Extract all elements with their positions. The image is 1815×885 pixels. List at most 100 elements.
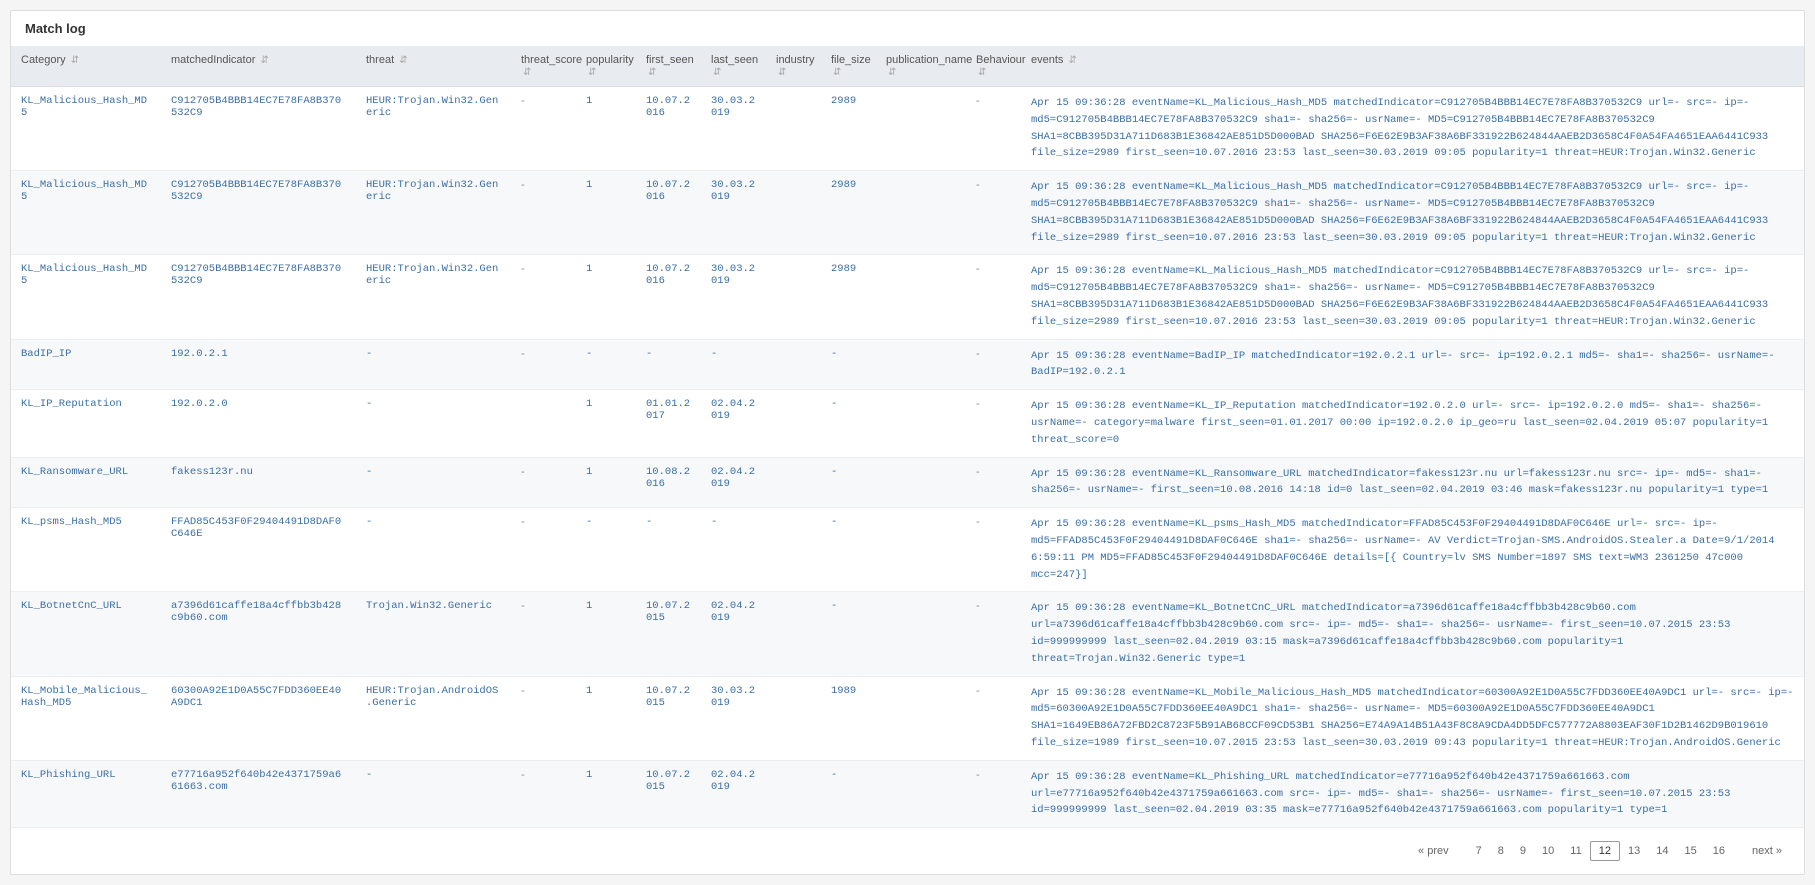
cell-first_seen: -: [636, 339, 701, 390]
cell-last_seen: 02.04.2019: [701, 592, 766, 676]
cell-matchedIndicator[interactable]: 192.0.2.1: [161, 339, 356, 390]
column-header-file_size[interactable]: file_size ⇵: [821, 46, 876, 87]
cell-last_seen: 30.03.2019: [701, 87, 766, 171]
cell-industry: [766, 592, 821, 676]
cell-behaviour: -: [966, 457, 1021, 508]
column-header-last_seen[interactable]: last_seen ⇵: [701, 46, 766, 87]
cell-threat[interactable]: -: [356, 339, 511, 390]
cell-events[interactable]: Apr 15 09:36:28 eventName=KL_Ransomware_…: [1021, 457, 1804, 508]
column-header-behaviour[interactable]: Behaviour ⇵: [966, 46, 1021, 87]
cell-category[interactable]: KL_Malicious_Hash_MD5: [11, 171, 161, 255]
cell-category[interactable]: KL_Malicious_Hash_MD5: [11, 255, 161, 339]
cell-events[interactable]: Apr 15 09:36:28 eventName=KL_IP_Reputati…: [1021, 390, 1804, 457]
cell-events[interactable]: Apr 15 09:36:28 eventName=KL_Phishing_UR…: [1021, 760, 1804, 827]
cell-matchedIndicator[interactable]: C912705B4BBB14EC7E78FA8B370532C9: [161, 87, 356, 171]
sort-icon: ⇵: [588, 67, 596, 78]
column-header-threat_score[interactable]: threat_score ⇵: [511, 46, 576, 87]
table-row: BadIP_IP192.0.2.1-------Apr 15 09:36:28 …: [11, 339, 1804, 390]
cell-matchedIndicator[interactable]: fakess123r.nu: [161, 457, 356, 508]
table-row: KL_Malicious_Hash_MD5C912705B4BBB14EC7E7…: [11, 171, 1804, 255]
cell-threat[interactable]: -: [356, 457, 511, 508]
cell-events[interactable]: Apr 15 09:36:28 eventName=KL_Malicious_H…: [1021, 255, 1804, 339]
page-next[interactable]: next »: [1744, 842, 1790, 860]
page-number[interactable]: 9: [1512, 842, 1534, 860]
cell-behaviour: -: [966, 171, 1021, 255]
cell-matchedIndicator[interactable]: 60300A92E1D0A55C7FDD360EE40A9DC1: [161, 676, 356, 760]
column-header-popularity[interactable]: popularity ⇵: [576, 46, 636, 87]
page-number[interactable]: 12: [1590, 841, 1620, 861]
cell-matchedIndicator[interactable]: FFAD85C453F0F29404491D8DAF0C646E: [161, 508, 356, 592]
cell-publication_name: [876, 87, 966, 171]
page-number[interactable]: 8: [1490, 842, 1512, 860]
cell-threat_score: -: [511, 171, 576, 255]
cell-events[interactable]: Apr 15 09:36:28 eventName=KL_BotnetCnC_U…: [1021, 592, 1804, 676]
cell-matchedIndicator[interactable]: a7396d61caffe18a4cffbb3b428c9b60.com: [161, 592, 356, 676]
cell-behaviour: -: [966, 87, 1021, 171]
cell-publication_name: [876, 676, 966, 760]
cell-popularity: 1: [576, 255, 636, 339]
cell-category[interactable]: KL_Malicious_Hash_MD5: [11, 87, 161, 171]
cell-matchedIndicator[interactable]: C912705B4BBB14EC7E78FA8B370532C9: [161, 171, 356, 255]
page-number[interactable]: 10: [1534, 842, 1562, 860]
page-number[interactable]: 16: [1705, 842, 1733, 860]
cell-publication_name: [876, 592, 966, 676]
cell-threat_score: [511, 390, 576, 457]
column-header-publication_name[interactable]: publication_name ⇵: [876, 46, 966, 87]
cell-last_seen: 30.03.2019: [701, 171, 766, 255]
column-header-threat[interactable]: threat ⇵: [356, 46, 511, 87]
column-header-industry[interactable]: industry ⇵: [766, 46, 821, 87]
page-number[interactable]: 7: [1468, 842, 1490, 860]
sort-icon: ⇵: [833, 67, 841, 78]
cell-threat[interactable]: -: [356, 390, 511, 457]
column-label: first_seen: [646, 54, 694, 66]
table-row: KL_IP_Reputation192.0.2.0-101.01.201702.…: [11, 390, 1804, 457]
page-number[interactable]: 13: [1620, 842, 1648, 860]
cell-category[interactable]: KL_Ransomware_URL: [11, 457, 161, 508]
cell-industry: [766, 676, 821, 760]
match-log-table: Category ⇵matchedIndicator ⇵threat ⇵thre…: [11, 46, 1804, 828]
cell-events[interactable]: Apr 15 09:36:28 eventName=BadIP_IP match…: [1021, 339, 1804, 390]
cell-popularity: 1: [576, 592, 636, 676]
column-header-events[interactable]: events ⇵: [1021, 46, 1804, 87]
cell-category[interactable]: KL_Phishing_URL: [11, 760, 161, 827]
match-log-panel: Match log Category ⇵matchedIndicator ⇵th…: [10, 10, 1805, 875]
column-label: Behaviour: [976, 54, 1026, 66]
page-number[interactable]: 14: [1648, 842, 1676, 860]
cell-threat_score: -: [511, 508, 576, 592]
cell-category[interactable]: KL_Mobile_Malicious_Hash_MD5: [11, 676, 161, 760]
column-header-category[interactable]: Category ⇵: [11, 46, 161, 87]
cell-threat[interactable]: HEUR:Trojan.Win32.Generic: [356, 255, 511, 339]
cell-popularity: -: [576, 339, 636, 390]
cell-events[interactable]: Apr 15 09:36:28 eventName=KL_Malicious_H…: [1021, 171, 1804, 255]
cell-file_size: 2989: [821, 255, 876, 339]
cell-category[interactable]: KL_psms_Hash_MD5: [11, 508, 161, 592]
column-label: popularity: [586, 54, 634, 66]
cell-behaviour: -: [966, 508, 1021, 592]
page-number[interactable]: 11: [1562, 842, 1589, 860]
cell-threat[interactable]: Trojan.Win32.Generic: [356, 592, 511, 676]
cell-events[interactable]: Apr 15 09:36:28 eventName=KL_Malicious_H…: [1021, 87, 1804, 171]
column-header-matchedIndicator[interactable]: matchedIndicator ⇵: [161, 46, 356, 87]
cell-matchedIndicator[interactable]: C912705B4BBB14EC7E78FA8B370532C9: [161, 255, 356, 339]
cell-threat[interactable]: HEUR:Trojan.Win32.Generic: [356, 87, 511, 171]
cell-category[interactable]: KL_BotnetCnC_URL: [11, 592, 161, 676]
cell-threat[interactable]: HEUR:Trojan.AndroidOS.Generic: [356, 676, 511, 760]
cell-behaviour: -: [966, 760, 1021, 827]
column-label: matchedIndicator: [171, 54, 255, 66]
cell-threat[interactable]: -: [356, 508, 511, 592]
page-number[interactable]: 15: [1676, 842, 1704, 860]
cell-matchedIndicator[interactable]: e77716a952f640b42e4371759a661663.com: [161, 760, 356, 827]
cell-threat_score: -: [511, 255, 576, 339]
cell-category[interactable]: KL_IP_Reputation: [11, 390, 161, 457]
cell-matchedIndicator[interactable]: 192.0.2.0: [161, 390, 356, 457]
page-prev[interactable]: « prev: [1410, 842, 1457, 860]
cell-category[interactable]: BadIP_IP: [11, 339, 161, 390]
cell-file_size: 2989: [821, 171, 876, 255]
cell-threat[interactable]: HEUR:Trojan.Win32.Generic: [356, 171, 511, 255]
cell-events[interactable]: Apr 15 09:36:28 eventName=KL_Mobile_Mali…: [1021, 676, 1804, 760]
cell-events[interactable]: Apr 15 09:36:28 eventName=KL_psms_Hash_M…: [1021, 508, 1804, 592]
cell-threat[interactable]: -: [356, 760, 511, 827]
cell-first_seen: 10.07.2016: [636, 255, 701, 339]
column-header-first_seen[interactable]: first_seen ⇵: [636, 46, 701, 87]
cell-industry: [766, 760, 821, 827]
